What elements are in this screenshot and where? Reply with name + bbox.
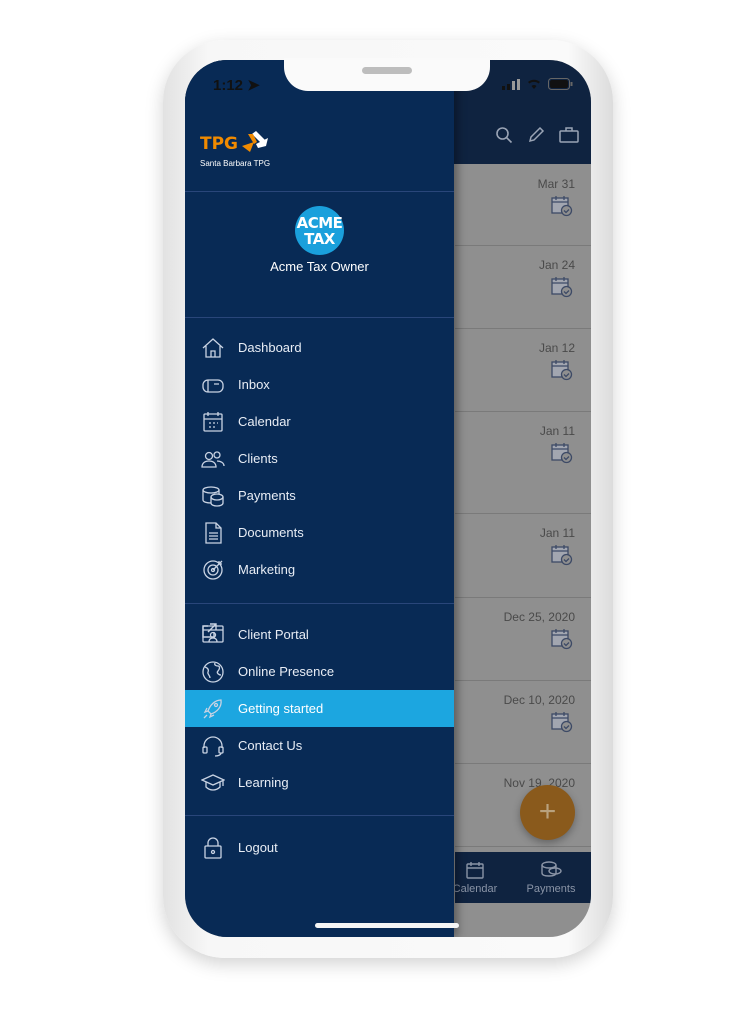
tpg-logo: TPG Santa Barbara TPG: [200, 130, 272, 168]
menu-item-documents[interactable]: Documents: [185, 514, 454, 551]
calendar-check-icon: [551, 443, 573, 464]
nav-calendar-label: Calendar: [452, 883, 498, 895]
menu-item-label: Online Presence: [238, 664, 335, 679]
coins-icon: [202, 486, 224, 507]
calendar-icon: [466, 862, 484, 879]
menu-item-logout[interactable]: Logout: [185, 829, 454, 866]
menu-item-label: Logout: [238, 840, 278, 855]
time-text: 1:12: [213, 77, 244, 94]
list-item[interactable]: Jan 24: [455, 246, 591, 329]
menu-item-payments[interactable]: Payments: [185, 477, 454, 514]
search-icon[interactable]: [495, 126, 513, 144]
list-item[interactable]: Dec 10, 2020: [455, 681, 591, 764]
screen: Mar 31 Jan 24 Jan 12 Jan 11 Jan 11 Dec 25, 20…: [185, 60, 591, 937]
calendar-icon: [203, 412, 223, 432]
calendar-check-icon: [551, 545, 573, 566]
document-icon: [205, 522, 222, 544]
item-date: Jan 11: [539, 424, 575, 438]
external-link-icon[interactable]: [201, 623, 217, 639]
divider: [185, 603, 454, 604]
calendar-check-icon: [551, 629, 573, 650]
item-date: Jan 12: [538, 341, 575, 355]
menu-item-label: Getting started: [238, 701, 324, 716]
lock-icon: [204, 837, 222, 859]
target-icon: [203, 560, 223, 580]
list-item[interactable]: Dec 25, 2020: [455, 598, 591, 681]
menu-item-learning[interactable]: Learning: [185, 764, 454, 801]
list-item[interactable]: Jan 12: [455, 329, 591, 412]
menu-item-calendar[interactable]: Calendar: [185, 403, 454, 440]
item-date: Jan 11: [539, 526, 575, 540]
speaker: [362, 67, 412, 74]
calendar-check-icon: [551, 196, 573, 217]
menu-item-label: Payments: [238, 488, 296, 503]
menu-item-online-presence[interactable]: Online Presence: [185, 653, 454, 690]
notch: [284, 58, 490, 91]
item-date: Jan 24: [538, 258, 575, 272]
graduation-cap-icon: [201, 774, 225, 791]
nav-payments-label: Payments: [526, 883, 576, 895]
item-date: Dec 25, 2020: [503, 610, 575, 624]
headset-icon: [202, 736, 224, 757]
list-item[interactable]: Jan 11: [455, 412, 591, 514]
menu-item-label: Clients: [238, 451, 278, 466]
menu-item-label: Learning: [238, 775, 289, 790]
wifi-icon: [528, 79, 540, 89]
menu-item-label: Inbox: [238, 377, 270, 392]
globe-icon: [202, 661, 224, 683]
divider: [185, 815, 454, 816]
status-icons: [502, 78, 573, 90]
home-icon: [202, 338, 224, 358]
menu-item-label: Client Portal: [238, 627, 309, 642]
menu-item-dashboard[interactable]: Dashboard: [185, 329, 454, 366]
edit-icon[interactable]: [527, 126, 545, 144]
add-button[interactable]: +: [520, 785, 575, 840]
calendar-check-icon: [551, 360, 573, 381]
rocket-icon: [203, 699, 222, 719]
list-item[interactable]: Jan 11: [455, 514, 591, 598]
menu-item-clients[interactable]: Clients: [185, 440, 454, 477]
menu-item-label: Calendar: [238, 414, 291, 429]
coins-icon: [541, 861, 562, 877]
list-item[interactable]: Mar 31: [455, 165, 591, 246]
logo-subtitle: Santa Barbara TPG: [200, 159, 271, 168]
profile-name: Acme Tax Owner: [270, 259, 369, 274]
menu-item-client-portal[interactable]: Client Portal: [185, 616, 454, 653]
menu-item-label: Marketing: [238, 562, 296, 577]
item-date: Dec 10, 2020: [503, 693, 575, 707]
logo-mark-icon: [242, 131, 269, 152]
users-icon: [201, 451, 225, 468]
avatar[interactable]: ACME TAX: [295, 206, 344, 255]
navigation-drawer: TPG Santa Barbara TPG ACME TAX Acme Tax O…: [185, 60, 454, 937]
menu-item-label: Dashboard: [238, 340, 302, 355]
calendar-check-icon: [551, 712, 573, 733]
bottom-nav: Calendar Payments: [453, 852, 591, 903]
calendar-check-icon: [551, 277, 573, 298]
avatar-line2: TAX: [304, 230, 335, 248]
briefcase-icon[interactable]: [559, 126, 579, 144]
nav-payments[interactable]: Payments: [519, 860, 583, 895]
nav-calendar[interactable]: Calendar: [445, 860, 505, 895]
avatar-line1: ACME: [296, 214, 343, 232]
home-indicator[interactable]: [315, 923, 459, 928]
item-date: Mar 31: [537, 177, 575, 191]
menu-item-label: Documents: [238, 525, 304, 540]
menu-item-getting-started[interactable]: Getting started: [185, 690, 454, 727]
menu-item-label: Contact Us: [238, 738, 303, 753]
divider: [185, 317, 454, 318]
mailbox-icon: [202, 379, 224, 393]
logo-text: TPG: [200, 134, 239, 154]
divider: [185, 191, 454, 192]
signal-icon: [502, 78, 520, 90]
menu-item-marketing[interactable]: Marketing: [185, 551, 454, 588]
menu-item-inbox[interactable]: Inbox: [185, 366, 454, 403]
menu-item-contact-us[interactable]: Contact Us: [185, 727, 454, 764]
battery-icon: [548, 78, 573, 90]
status-time: 1:12 ➤: [213, 77, 260, 94]
